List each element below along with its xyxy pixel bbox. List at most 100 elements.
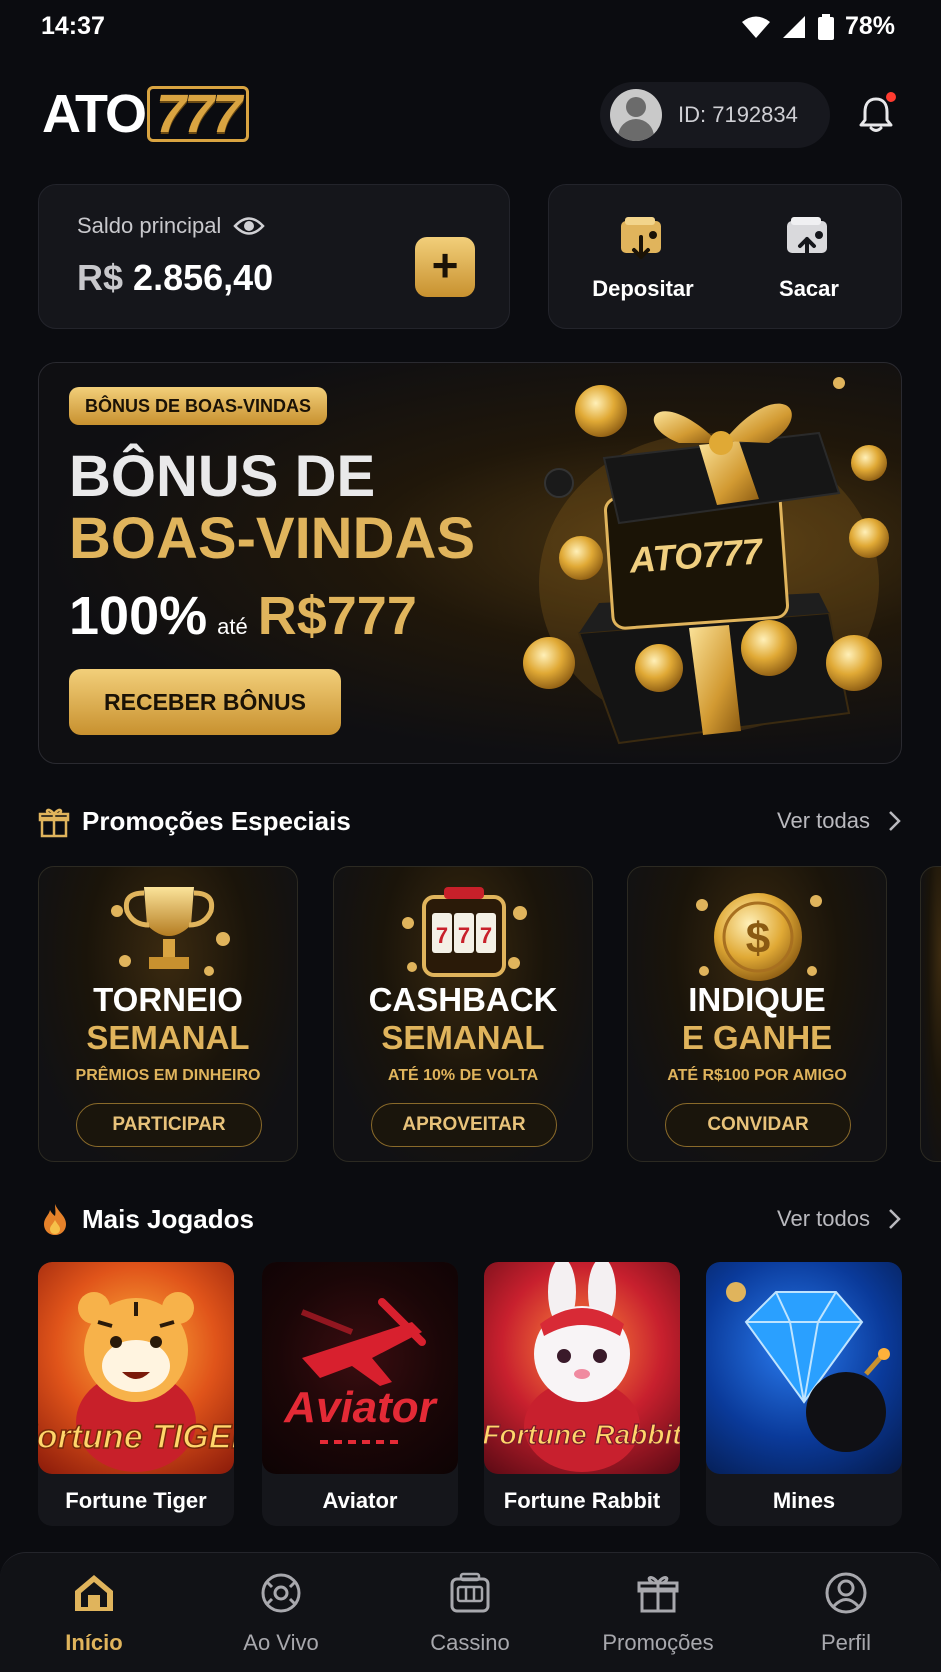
eye-icon[interactable]: [233, 215, 266, 237]
plane-icon: Aviator: [283, 1298, 439, 1444]
tiger-art-text: Fortune TIGER: [38, 1418, 234, 1456]
balance-card: Saldo principal R$ 2.856,40 +: [38, 184, 510, 329]
promo-title-line2: E GANHE: [681, 1019, 833, 1056]
take-advantage-button[interactable]: APROVEITAR: [371, 1103, 557, 1147]
game-card-fortune-rabbit[interactable]: Fortune Rabbit Fortune Rabbit: [484, 1262, 680, 1526]
deposit-button[interactable]: Depositar: [563, 215, 723, 302]
tiger-icon: Fortune TIGER: [38, 1292, 234, 1472]
invite-button[interactable]: CONVIDAR: [665, 1103, 851, 1147]
withdraw-button[interactable]: Sacar: [729, 215, 889, 302]
coin-icon: $: [696, 893, 822, 981]
promo-subtitle: ATÉ R$100 POR AMIGO: [667, 1067, 847, 1084]
signal-icon: [782, 15, 805, 38]
aviator-thumbnail: Aviator: [262, 1262, 458, 1474]
aviator-art-text: Aviator: [283, 1383, 438, 1432]
avatar: [610, 89, 662, 141]
home-icon: [75, 1575, 113, 1611]
wifi-icon: [741, 16, 770, 38]
banner-title-line1: BÔNUS DE: [69, 444, 376, 509]
mines-thumbnail: [706, 1262, 902, 1474]
nav-label: Início: [65, 1630, 123, 1655]
receive-bonus-button[interactable]: RECEBER BÔNUS: [69, 669, 341, 735]
game-name: Aviator: [322, 1488, 398, 1513]
notification-dot: [886, 92, 896, 102]
game-card-fortune-tiger[interactable]: Fortune TIGER Fortune Tiger: [38, 1262, 234, 1526]
nav-label: Cassino: [430, 1630, 510, 1655]
banner-badge: BÔNUS DE BOAS-VINDAS: [69, 387, 328, 425]
nav-item-live[interactable]: Ao Vivo: [201, 1571, 361, 1656]
actions-card: Depositar Sacar: [548, 184, 902, 329]
balance-currency: R$: [77, 257, 124, 298]
plus-icon: +: [431, 239, 459, 291]
battery-icon: [817, 13, 834, 40]
app-logo[interactable]: ATO 777: [42, 84, 250, 144]
promo-title-line1: INDIQUE: [688, 981, 826, 1018]
casino-icon: [450, 1572, 490, 1613]
nav-label: Promoções: [602, 1630, 714, 1655]
gift-icon: [38, 808, 70, 838]
status-icons: 78%: [741, 12, 895, 41]
game-card-mines[interactable]: Mines: [706, 1262, 902, 1526]
promo-card-referral[interactable]: $ INDIQUE E GANHE ATÉ R$100 POR AMIGO CO…: [627, 866, 887, 1162]
welcome-bonus-banner[interactable]: BÔNUS DE BOAS-VINDAS BÔNUS DE BOAS-VINDA…: [38, 362, 902, 764]
game-name: Mines: [772, 1488, 836, 1513]
profile-icon: [825, 1572, 867, 1614]
promo-subtitle: PRÊMIOS EM DINHEIRO: [75, 1067, 261, 1084]
balance-label-text: Saldo principal: [77, 213, 222, 238]
promotions-see-all-link[interactable]: Ver todas: [777, 808, 902, 834]
games-see-all-label: Ver todos: [777, 1206, 870, 1231]
logo-text-white: ATO: [42, 84, 147, 144]
svg-text:7: 7: [436, 923, 448, 948]
promo-title-line1: CASHBACK: [368, 981, 558, 1018]
nav-label: Ao Vivo: [243, 1630, 319, 1655]
banner-offer: 100% até R$777: [69, 585, 417, 647]
promo-title: CASHBACK SEMANAL: [334, 981, 592, 1057]
promotions-title: Promoções Especiais: [82, 806, 351, 836]
promo-card-partial[interactable]: [920, 866, 941, 1162]
offer-amount: R$777: [257, 586, 417, 646]
nav-item-casino[interactable]: Cassino: [390, 1571, 550, 1656]
promo-title-line1: TORNEIO: [93, 981, 243, 1018]
game-name: Fortune Rabbit: [503, 1488, 661, 1513]
nav-item-promotions[interactable]: Promoções: [578, 1571, 738, 1656]
promo-title: INDIQUE E GANHE: [628, 981, 886, 1057]
chevron-right-icon: [889, 1209, 901, 1229]
slot-machine-icon: 7 7 7: [402, 887, 527, 977]
svg-text:$: $: [746, 914, 770, 963]
rabbit-icon: Fortune Rabbit: [484, 1262, 680, 1472]
fortune-rabbit-thumbnail: Fortune Rabbit: [484, 1262, 680, 1474]
balance-amount: R$ 2.856,40: [77, 257, 273, 299]
svg-text:7: 7: [458, 923, 470, 948]
user-id-pill[interactable]: ID: 7192834: [600, 82, 830, 148]
diamond-bomb-icon: [726, 1282, 890, 1452]
add-funds-button[interactable]: +: [415, 237, 475, 297]
nav-item-home[interactable]: Início: [14, 1571, 174, 1656]
app-header: ATO 777 ID: 7192834: [0, 80, 941, 152]
status-bar: 14:37 78%: [0, 0, 941, 56]
deposit-label: Depositar: [592, 276, 694, 301]
user-id: ID: 7192834: [678, 102, 798, 127]
battery-percent: 78%: [844, 12, 895, 40]
nav-item-profile[interactable]: Perfil: [766, 1571, 926, 1656]
games-see-all-link[interactable]: Ver todos: [777, 1206, 902, 1232]
games-title: Mais Jogados: [82, 1204, 254, 1234]
promo-title: TORNEIO SEMANAL: [39, 981, 297, 1057]
promotions-header: Promoções Especiais Ver todas: [38, 802, 902, 842]
gift-icon: [637, 1576, 679, 1613]
promo-title-line2: SEMANAL: [381, 1019, 545, 1056]
nav-label: Perfil: [820, 1630, 872, 1655]
deposit-wallet-icon: [621, 217, 661, 259]
banner-title-line2: BOAS-VINDAS: [69, 506, 476, 571]
participate-button[interactable]: PARTICIPAR: [76, 1103, 262, 1147]
withdraw-label: Sacar: [779, 276, 839, 301]
promo-subtitle: ATÉ 10% DE VOLTA: [387, 1067, 539, 1084]
fire-icon: [44, 1204, 66, 1235]
game-card-aviator[interactable]: Aviator Aviator: [262, 1262, 458, 1526]
games-header: Mais Jogados Ver todos: [38, 1200, 902, 1240]
rabbit-art-text: Fortune Rabbit: [484, 1419, 680, 1450]
bottom-navigation: Início Ao Vivo Cassino Promoções Perfil: [0, 1552, 941, 1672]
fortune-tiger-thumbnail: Fortune TIGER: [38, 1262, 234, 1474]
balance-value: 2.856,40: [133, 257, 274, 298]
promo-card-cashback[interactable]: 7 7 7 CASHBACK SEMANAL ATÉ 10% DE VOLTA …: [333, 866, 593, 1162]
promo-card-tournament[interactable]: TORNEIO SEMANAL PRÊMIOS EM DINHEIRO PART…: [38, 866, 298, 1162]
